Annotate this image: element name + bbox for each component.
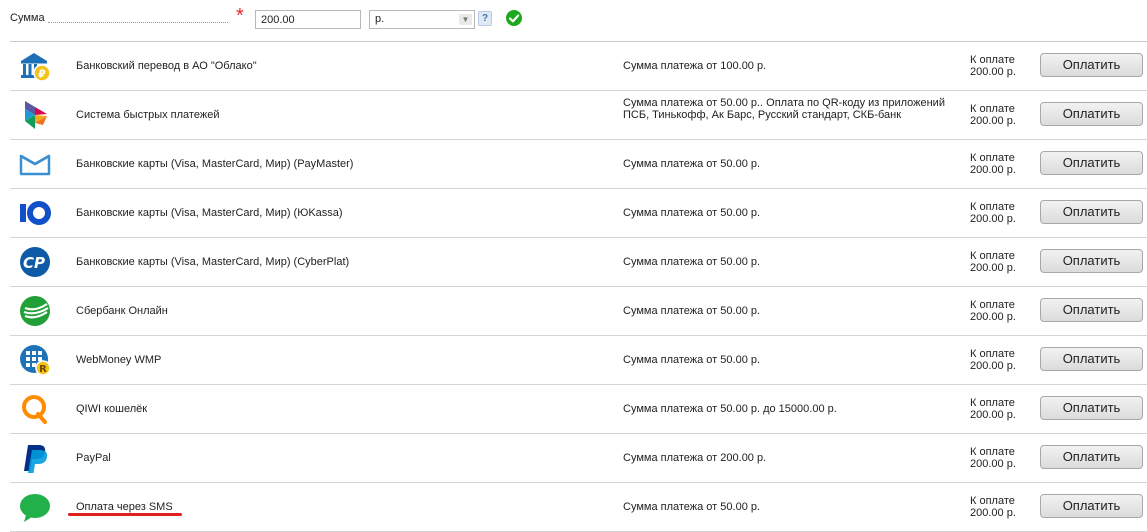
to-pay-amount: 200.00 р. — [970, 360, 1016, 372]
payment-method-row: R WebMoney WMP Сумма платежа от 50.00 р.… — [10, 336, 1147, 385]
pay-button[interactable]: Оплатить — [1040, 249, 1143, 273]
currency-value: р. — [375, 13, 385, 25]
to-pay-amount: 200.00 р. — [970, 458, 1016, 470]
to-pay-label: К оплате — [970, 495, 1015, 507]
method-name: WebMoney WMP — [76, 354, 162, 366]
dotted-leader — [48, 22, 228, 23]
method-name: Банковские карты (Visa, MasterCard, Мир)… — [76, 207, 343, 219]
payment-method-row: PayPal Сумма платежа от 200.00 р. К опла… — [10, 434, 1147, 483]
method-name: Оплата через SMS — [76, 501, 173, 513]
to-pay-amount: 200.00 р. — [970, 507, 1016, 519]
payment-method-row: Оплата через SMS Сумма платежа от 50.00 … — [10, 483, 1147, 532]
method-description: Сумма платежа от 50.00 р. — [623, 207, 761, 219]
sbp-icon — [19, 99, 51, 131]
payment-methods-list: ₽ Банковский перевод в АО "Облако" Сумма… — [10, 41, 1147, 532]
to-pay: К оплате 200.00 р. — [970, 152, 1030, 176]
payment-method-row: Банковские карты (Visa, MasterCard, Мир)… — [10, 140, 1147, 189]
to-pay-label: К оплате — [970, 54, 1015, 66]
to-pay: К оплате 200.00 р. — [970, 446, 1030, 470]
method-name: Система быстрых платежей — [76, 109, 220, 121]
method-name: Банковские карты (Visa, MasterCard, Мир)… — [76, 158, 354, 170]
method-description: Сумма платежа от 100.00 р. — [623, 60, 767, 72]
to-pay-label: К оплате — [970, 397, 1015, 409]
method-name: QIWI кошелёк — [76, 403, 148, 415]
sberbank-icon — [19, 295, 51, 327]
to-pay-label: К оплате — [970, 103, 1015, 115]
checkmark-icon — [506, 10, 522, 26]
pay-button[interactable]: Оплатить — [1040, 102, 1143, 126]
to-pay-label: К оплате — [970, 201, 1015, 213]
pay-button[interactable]: Оплатить — [1040, 396, 1143, 420]
pay-button[interactable]: Оплатить — [1040, 494, 1143, 518]
method-description: Сумма платежа от 50.00 р. — [623, 256, 761, 268]
pay-button[interactable]: Оплатить — [1040, 347, 1143, 371]
to-pay-label: К оплате — [970, 299, 1015, 311]
pay-button[interactable]: Оплатить — [1040, 298, 1143, 322]
to-pay-amount: 200.00 р. — [970, 115, 1016, 127]
to-pay-amount: 200.00 р. — [970, 262, 1016, 274]
amount-label: Сумма — [10, 12, 45, 24]
sms-icon — [19, 491, 51, 523]
bank-icon: ₽ — [19, 50, 51, 82]
payment-method-row: Система быстрых платежей Сумма платежа о… — [10, 91, 1147, 140]
to-pay-amount: 200.00 р. — [970, 164, 1016, 176]
to-pay: К оплате 200.00 р. — [970, 201, 1030, 225]
to-pay: К оплате 200.00 р. — [970, 103, 1030, 127]
payment-method-row: Сбербанк Онлайн Сумма платежа от 50.00 р… — [10, 287, 1147, 336]
help-icon[interactable]: ? — [478, 11, 492, 26]
cyberplat-icon: CP — [19, 246, 51, 278]
to-pay-label: К оплате — [970, 250, 1015, 262]
to-pay: К оплате 200.00 р. — [970, 54, 1030, 78]
to-pay-label: К оплате — [970, 152, 1015, 164]
payment-method-row: Банковские карты (Visa, MasterCard, Мир)… — [10, 189, 1147, 238]
required-asterisk-icon: * — [236, 5, 244, 27]
to-pay: К оплате 200.00 р. — [970, 495, 1030, 519]
pay-button[interactable]: Оплатить — [1040, 200, 1143, 224]
amount-input[interactable] — [255, 10, 361, 29]
to-pay: К оплате 200.00 р. — [970, 299, 1030, 323]
chevron-down-icon[interactable]: ▼ — [459, 14, 472, 25]
method-name: PayPal — [76, 452, 111, 464]
method-description: Сумма платежа от 200.00 р. — [623, 452, 767, 464]
red-underline-annotation — [68, 513, 182, 516]
to-pay-amount: 200.00 р. — [970, 409, 1016, 421]
method-name: Сбербанк Онлайн — [76, 305, 168, 317]
svg-text:R: R — [39, 364, 47, 375]
to-pay: К оплате 200.00 р. — [970, 348, 1030, 372]
method-description: Сумма платежа от 50.00 р. — [623, 501, 761, 513]
method-name: Банковские карты (Visa, MasterCard, Мир)… — [76, 256, 350, 268]
method-description: Сумма платежа от 50.00 р. — [623, 305, 761, 317]
method-description: Сумма платежа от 50.00 р. до 15000.00 р. — [623, 403, 837, 415]
amount-form: Сумма * р. ▼ ? — [0, 0, 1147, 40]
to-pay-amount: 200.00 р. — [970, 311, 1016, 323]
payment-method-row: QIWI кошелёк Сумма платежа от 50.00 р. д… — [10, 385, 1147, 434]
pay-button[interactable]: Оплатить — [1040, 445, 1143, 469]
qiwi-icon — [19, 393, 51, 425]
to-pay-label: К оплате — [970, 348, 1015, 360]
method-name: Банковский перевод в АО "Облако" — [76, 60, 257, 72]
to-pay-amount: 200.00 р. — [970, 213, 1016, 225]
currency-select[interactable]: р. ▼ — [369, 10, 475, 29]
svg-text:CP: CP — [23, 254, 45, 272]
to-pay-amount: 200.00 р. — [970, 66, 1016, 78]
svg-text:₽: ₽ — [38, 68, 46, 81]
method-description: Сумма платежа от 50.00 р.. Оплата по QR-… — [623, 97, 945, 121]
paymaster-icon — [19, 148, 51, 180]
pay-button[interactable]: Оплатить — [1040, 151, 1143, 175]
yookassa-icon — [19, 197, 51, 229]
to-pay-label: К оплате — [970, 446, 1015, 458]
payment-method-row: CP Банковские карты (Visa, MasterCard, М… — [10, 238, 1147, 287]
payment-method-row: ₽ Банковский перевод в АО "Облако" Сумма… — [10, 42, 1147, 91]
method-description: Сумма платежа от 50.00 р. — [623, 354, 761, 366]
paypal-icon — [19, 442, 51, 474]
method-description: Сумма платежа от 50.00 р. — [623, 158, 761, 170]
to-pay: К оплате 200.00 р. — [970, 397, 1030, 421]
pay-button[interactable]: Оплатить — [1040, 53, 1143, 77]
webmoney-icon: R — [19, 344, 51, 376]
to-pay: К оплате 200.00 р. — [970, 250, 1030, 274]
